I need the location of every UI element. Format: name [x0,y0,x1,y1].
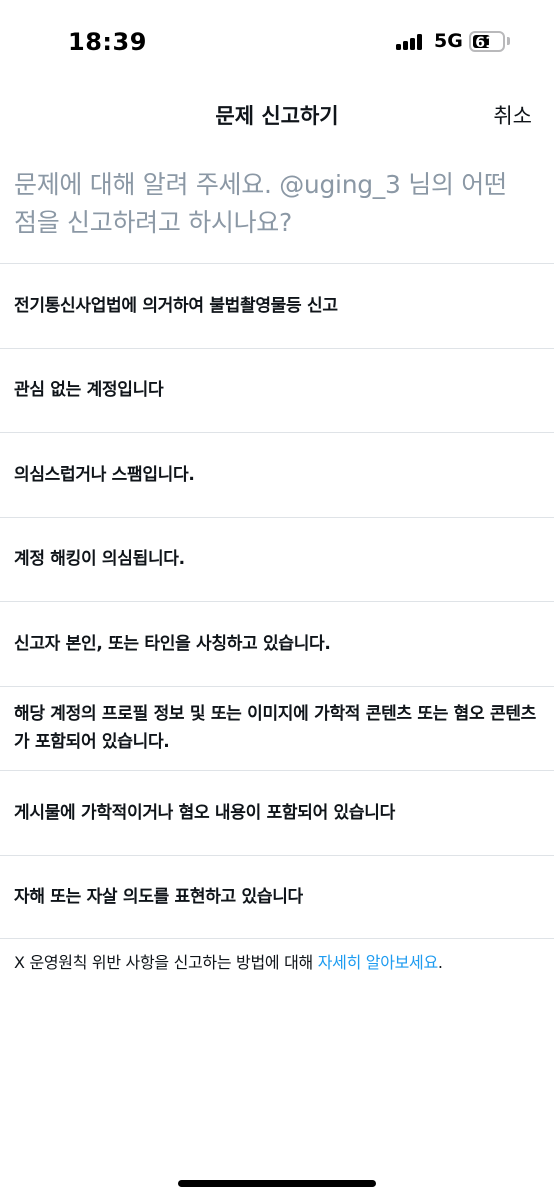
report-option-label: 관심 없는 계정입니다 [14,380,164,401]
report-option[interactable]: 의심스럽거나 스팸입니다. [0,432,554,517]
report-option[interactable]: 자해 또는 자살 의도를 표현하고 있습니다 [0,854,554,939]
report-prompt: 문제에 대해 알려 주세요. @uging_3 님의 어떤 점을 신고하려고 하… [14,170,507,237]
report-option-label: 해당 계정의 프로필 정보 및 또는 이미지에 가학적 콘텐츠 또는 혐오 콘텐… [14,704,537,753]
report-option[interactable]: 해당 계정의 프로필 정보 및 또는 이미지에 가학적 콘텐츠 또는 혐오 콘텐… [0,685,554,771]
battery-fill: 61 [473,35,495,51]
report-option-label: 게시물에 가학적이거나 혐오 내용이 포함되어 있습니다 [14,802,395,823]
cancel-button[interactable]: 취소 [493,100,532,130]
report-option[interactable]: 게시물에 가학적이거나 혐오 내용이 포함되어 있습니다 [0,770,554,855]
report-option[interactable]: 신고자 본인, 또는 타인을 사칭하고 있습니다. [0,601,554,686]
network-type: 5G [434,30,463,52]
battery-icon: 61 [469,31,505,52]
report-option-label: 의심스럽거나 스팸입니다. [14,464,195,485]
cellular-signal-icon [396,34,424,50]
report-option-label: 신고자 본인, 또는 타인을 사칭하고 있습니다. [14,633,331,654]
report-options-list: 전기통신사업법에 의거하여 불법촬영물등 신고 관심 없는 계정입니다 의심스럽… [0,263,554,939]
header: 문제 신고하기 취소 [0,84,554,142]
report-option-label: 자해 또는 자살 의도를 표현하고 있습니다 [14,886,303,907]
battery-level: 61 [475,35,495,51]
report-option[interactable]: 전기통신사업법에 의거하여 불법촬영물등 신고 [0,263,554,348]
status-bar: 18:39 5G 61 [0,0,554,84]
learn-more-link[interactable]: 자세히 알아보세요 [318,953,438,972]
report-option-label: 전기통신사업법에 의거하여 불법촬영물등 신고 [14,295,338,316]
footer-end: . [437,953,443,972]
footer-text: X 운영원칙 위반 사항을 신고하는 방법에 대해 [14,953,318,972]
battery-cap [507,37,510,45]
report-screen: 18:39 5G 61 문제 신고하기 취소 문제에 대해 알려 주세요. @u… [0,0,554,1200]
report-option[interactable]: 관심 없는 계정입니다 [0,347,554,433]
report-option[interactable]: 계정 해킹이 의심됩니다. [0,516,554,602]
page-title: 문제 신고하기 [215,104,339,128]
report-option-label: 계정 해킹이 의심됩니다. [14,549,185,570]
home-indicator [178,1180,376,1187]
footer-note: X 운영원칙 위반 사항을 신고하는 방법에 대해 자세히 알아보세요. [14,950,544,976]
status-time: 18:39 [68,28,147,56]
